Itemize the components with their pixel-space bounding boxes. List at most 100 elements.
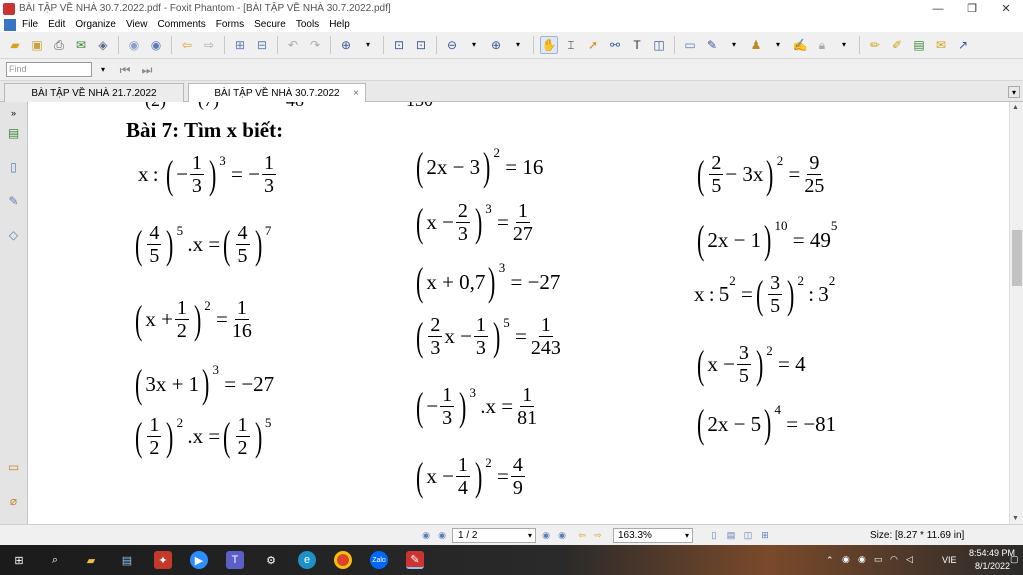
scroll-down-icon[interactable]: ▼ bbox=[1012, 515, 1019, 522]
comments-panel-icon[interactable]: ✎ bbox=[5, 192, 22, 210]
edit-icon[interactable]: ✎ bbox=[703, 36, 721, 54]
zoom-in-icon[interactable]: ⊕ bbox=[487, 36, 505, 54]
continuous-facing-view-icon[interactable]: ⊞ bbox=[759, 529, 771, 541]
zoom-out-icon[interactable]: ⊖ bbox=[443, 36, 461, 54]
dropdown-arrow-icon[interactable]: ▾ bbox=[769, 36, 787, 54]
teams-icon[interactable]: T bbox=[226, 551, 244, 569]
dropdown-arrow-icon[interactable]: ▾ bbox=[725, 36, 743, 54]
next-page-icon[interactable]: ◉ bbox=[147, 36, 165, 54]
language-indicator[interactable]: VIE bbox=[942, 555, 957, 565]
zoom-app-icon[interactable]: ▶ bbox=[190, 551, 208, 569]
select-text-icon[interactable]: ⌶ bbox=[562, 36, 580, 54]
document-menu-icon[interactable] bbox=[4, 18, 16, 31]
single-page-view-icon[interactable]: ▯ bbox=[708, 529, 720, 541]
find-dropdown-icon[interactable]: ▾ bbox=[94, 61, 112, 79]
menu-secure[interactable]: Secure bbox=[254, 19, 286, 30]
find-binoculars-icon[interactable]: ⚯ bbox=[606, 36, 624, 54]
pages-panel-icon[interactable]: ▤ bbox=[5, 124, 22, 142]
menu-help[interactable]: Help bbox=[329, 19, 350, 30]
text-box-icon[interactable]: ▤ bbox=[910, 36, 928, 54]
arrow-tool-icon[interactable]: ↗ bbox=[954, 36, 972, 54]
facing-view-icon[interactable]: ◫ bbox=[742, 529, 754, 541]
pencil-icon[interactable]: ✏ bbox=[866, 36, 884, 54]
menu-edit[interactable]: Edit bbox=[48, 19, 65, 30]
scroll-thumb[interactable] bbox=[1012, 230, 1022, 286]
select-arrow-icon[interactable]: ➚ bbox=[584, 36, 602, 54]
zoom-icon[interactable]: ⊕ bbox=[337, 36, 355, 54]
minimize-button[interactable]: — bbox=[921, 0, 955, 17]
settings-gear-icon[interactable]: ⚙ bbox=[262, 551, 280, 569]
document-view[interactable]: (2) (7) 48 130 Bài 7: Tìm x biết: x : (−… bbox=[28, 102, 1009, 524]
volume-icon[interactable]: ◁ bbox=[906, 554, 913, 565]
edge-icon[interactable]: e bbox=[298, 551, 316, 569]
bookmarks-panel-icon[interactable]: ▯ bbox=[5, 158, 22, 176]
zoom-dropdown-icon[interactable]: ▾ bbox=[685, 529, 689, 542]
menu-forms[interactable]: Forms bbox=[216, 19, 244, 30]
zoom-field[interactable]: 163.3% ▾ bbox=[613, 528, 693, 543]
vertical-scrollbar[interactable]: ▲ ▼ bbox=[1009, 102, 1023, 524]
snapshot-icon[interactable]: ◫ bbox=[650, 36, 668, 54]
lock-icon[interactable]: 🔒︎ bbox=[813, 36, 831, 54]
restore-button[interactable]: ❐ bbox=[955, 0, 989, 17]
menu-organize[interactable]: Organize bbox=[75, 19, 116, 30]
foxit-taskbar-icon[interactable]: ✎ bbox=[406, 551, 424, 569]
tray-chevron-icon[interactable]: ⌃ bbox=[826, 555, 834, 566]
dropdown-arrow-icon[interactable]: ▾ bbox=[509, 36, 527, 54]
dropdown-arrow-icon[interactable]: ▾ bbox=[835, 36, 853, 54]
print-icon[interactable]: ⎙ bbox=[50, 36, 68, 54]
menu-tools[interactable]: Tools bbox=[296, 19, 319, 30]
page-dropdown-icon[interactable]: ▾ bbox=[528, 529, 532, 542]
chrome-icon[interactable] bbox=[334, 551, 352, 569]
file-explorer-icon[interactable]: ▰ bbox=[82, 551, 100, 569]
next-page-icon[interactable]: ◉ bbox=[540, 529, 552, 541]
windows-start-icon[interactable]: ⊞ bbox=[10, 551, 28, 569]
paperclip-icon[interactable]: ⌀ bbox=[5, 492, 22, 510]
attachments-panel-icon[interactable]: ▭ bbox=[5, 458, 22, 476]
first-page-icon[interactable]: ◉ bbox=[420, 529, 432, 541]
tab-document-21-7[interactable]: BÀI TẬP VỀ NHÀ 21.7.2022 bbox=[4, 83, 184, 102]
wifi-icon[interactable]: ◠ bbox=[890, 554, 898, 565]
tray-zalo-icon[interactable]: ◉ bbox=[858, 554, 866, 565]
layers-panel-icon[interactable]: ◇ bbox=[5, 226, 22, 244]
expand-panel-icon[interactable]: » bbox=[5, 104, 22, 122]
save-icon[interactable]: ▣ bbox=[28, 36, 46, 54]
extract-page-icon[interactable]: ⊟ bbox=[253, 36, 271, 54]
back-icon[interactable]: ⇦ bbox=[576, 529, 588, 541]
sign-icon[interactable]: ✍ bbox=[791, 36, 809, 54]
tab-document-30-7[interactable]: BÀI TẬP VỀ NHÀ 30.7.2022 × bbox=[188, 83, 366, 102]
redo-icon[interactable]: ↷ bbox=[306, 36, 324, 54]
tab-list-arrow-icon[interactable]: ▾ bbox=[1008, 86, 1020, 98]
menu-comments[interactable]: Comments bbox=[157, 19, 205, 30]
find-previous-icon[interactable]: ⏮ bbox=[116, 61, 134, 79]
open-icon[interactable]: ▰ bbox=[6, 36, 24, 54]
menu-view[interactable]: View bbox=[126, 19, 148, 30]
search-icon[interactable]: ⌕ bbox=[46, 551, 64, 569]
clock-date[interactable]: 8/1/2022 bbox=[975, 561, 1010, 571]
scroll-up-icon[interactable]: ▲ bbox=[1012, 104, 1019, 111]
user-stamp-icon[interactable]: ♟ bbox=[747, 36, 765, 54]
dropdown-arrow-icon[interactable]: ▾ bbox=[359, 36, 377, 54]
clock-time[interactable]: 8:54:49 PM bbox=[969, 548, 1015, 558]
forward-icon[interactable]: ⇨ bbox=[592, 529, 604, 541]
fit-width-icon[interactable]: ⊡ bbox=[412, 36, 430, 54]
app-icon[interactable]: ✦ bbox=[154, 551, 172, 569]
tab-close-icon[interactable]: × bbox=[353, 88, 359, 99]
comment-icon[interactable]: ✉ bbox=[932, 36, 950, 54]
fit-page-icon[interactable]: ⊡ bbox=[390, 36, 408, 54]
scan-icon[interactable]: ◈ bbox=[94, 36, 112, 54]
close-button[interactable]: ✕ bbox=[989, 0, 1023, 17]
typewriter-icon[interactable]: T bbox=[628, 36, 646, 54]
find-input[interactable]: Find bbox=[6, 62, 92, 77]
email-icon[interactable]: ✉ bbox=[72, 36, 90, 54]
previous-page-icon[interactable]: ◉ bbox=[436, 529, 448, 541]
page-number-field[interactable]: 1 / 2 ▾ bbox=[452, 528, 536, 543]
first-page-icon[interactable]: ◉ bbox=[125, 36, 143, 54]
hand-tool-icon[interactable]: ✋ bbox=[540, 36, 558, 54]
form-icon[interactable]: ▭ bbox=[681, 36, 699, 54]
tray-app-icon[interactable]: ◉ bbox=[842, 554, 850, 565]
back-arrow-icon[interactable]: ⇦ bbox=[178, 36, 196, 54]
notepad-icon[interactable]: ▤ bbox=[118, 551, 136, 569]
forward-arrow-icon[interactable]: ⇨ bbox=[200, 36, 218, 54]
undo-icon[interactable]: ↶ bbox=[284, 36, 302, 54]
last-page-icon[interactable]: ◉ bbox=[556, 529, 568, 541]
